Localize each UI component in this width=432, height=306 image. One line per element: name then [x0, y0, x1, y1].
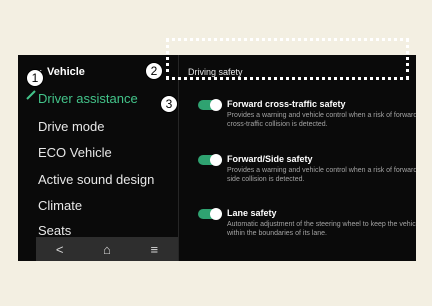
setting-title: Forward/Side safety [227, 154, 313, 164]
sidebar-header[interactable]: ‹ Vehicle [38, 65, 85, 79]
setting-description: Provides a warning and vehicle control w… [227, 167, 416, 183]
callout-badge-2: 2 [145, 62, 163, 80]
sidebar: ‹ Vehicle Driver assistance Drive mode E… [18, 55, 179, 261]
setting-description: Automatic adjustment of the steering whe… [227, 221, 416, 237]
sidebar-item-drive-mode[interactable]: Drive mode [38, 119, 104, 134]
sidebar-item-climate[interactable]: Climate [38, 198, 82, 213]
bottom-nav-bar: < ⌂ ≡ [36, 237, 178, 261]
toggle-knob [210, 154, 222, 166]
sidebar-item-active-sound-design[interactable]: Active sound design [38, 172, 154, 187]
callout-badge-3: 3 [160, 95, 178, 113]
sidebar-item-driver-assistance[interactable]: Driver assistance [38, 91, 138, 106]
active-check-icon [26, 90, 36, 100]
callout-badge-1: 1 [26, 69, 44, 87]
sidebar-item-seats[interactable]: Seats [38, 223, 71, 238]
toggle-switch[interactable] [198, 99, 222, 111]
setting-description: Provides a warning and vehicle control w… [227, 112, 416, 128]
menu-icon[interactable]: ≡ [151, 242, 159, 257]
back-icon[interactable]: < [56, 242, 64, 257]
home-icon[interactable]: ⌂ [103, 242, 111, 257]
highlight-dotted-box [166, 38, 409, 80]
sidebar-item-eco-vehicle[interactable]: ECO Vehicle [38, 145, 112, 160]
toggle-switch[interactable] [198, 208, 222, 220]
infotainment-screen: ‹ Vehicle Driver assistance Drive mode E… [18, 55, 416, 261]
sidebar-title: Vehicle [47, 66, 85, 78]
setting-title: Lane safety [227, 208, 277, 218]
toggle-knob [210, 208, 222, 220]
setting-title: Forward cross-traffic safety [227, 99, 346, 109]
toggle-knob [210, 99, 222, 111]
toggle-switch[interactable] [198, 154, 222, 166]
